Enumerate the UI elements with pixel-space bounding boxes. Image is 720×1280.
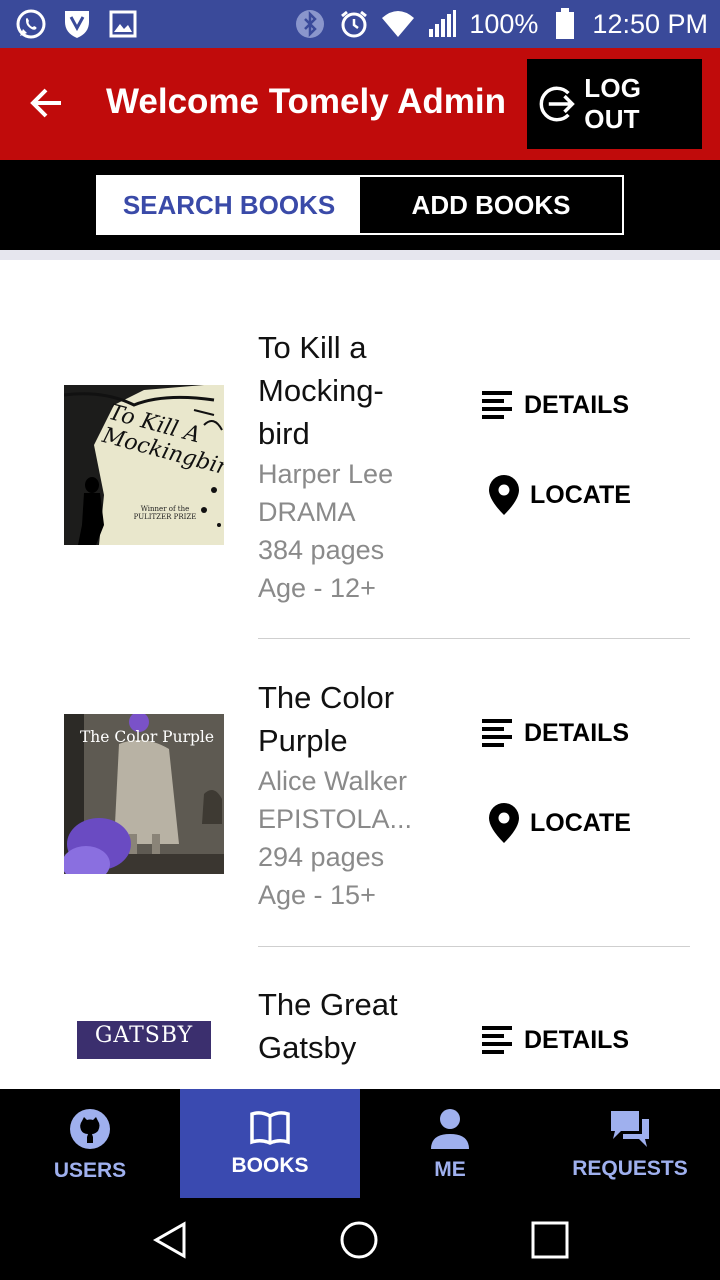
nav-label: REQUESTS xyxy=(572,1156,688,1180)
github-icon xyxy=(70,1108,110,1149)
status-bar: 100% 12:50 PM xyxy=(0,0,720,48)
details-label: DETAILS xyxy=(524,1025,630,1054)
book-info: To Kill a Mocking- bird Harper Lee DRAMA… xyxy=(258,326,458,607)
locate-button[interactable]: LOCATE xyxy=(488,802,631,844)
book-author: Alice Walker xyxy=(258,766,408,796)
book-title-line: Mocking- xyxy=(258,373,384,408)
details-button[interactable]: DETAILS xyxy=(480,388,629,422)
nav-label: BOOKS xyxy=(231,1153,309,1177)
book-title-line: The Color xyxy=(258,680,395,715)
details-button[interactable]: DETAILS xyxy=(480,1023,629,1057)
arrow-back-icon xyxy=(30,88,61,118)
bluetooth-icon xyxy=(293,7,327,41)
cover-title: The Color Purple xyxy=(79,728,215,746)
battery-icon xyxy=(548,7,582,41)
system-home-button[interactable] xyxy=(337,1218,381,1262)
alarm-icon xyxy=(337,7,371,41)
nav-me[interactable]: ME xyxy=(360,1089,540,1200)
book-title-line: Purple xyxy=(258,723,348,758)
triangle-back-icon xyxy=(152,1221,186,1259)
book-age: Age - 15+ xyxy=(258,880,376,910)
person-icon xyxy=(431,1108,469,1149)
book-author: Harper Lee xyxy=(258,459,394,489)
book-age: Age - 12+ xyxy=(258,573,376,603)
details-icon xyxy=(482,719,512,747)
nav-label: USERS xyxy=(53,1158,127,1182)
book-pages: 384 pages xyxy=(258,535,385,565)
book-info: The Color Purple Alice Walker EPISTOLA..… xyxy=(258,676,458,914)
details-label: DETAILS xyxy=(524,718,630,747)
divider xyxy=(0,250,720,260)
clock-time: 12:50 PM xyxy=(592,8,708,39)
app-bar: Welcome Tomely Admin LOG OUT xyxy=(0,48,720,160)
page-title: Welcome Tomely Admin xyxy=(106,82,506,121)
book-open-icon xyxy=(250,1110,290,1145)
details-label: DETAILS xyxy=(524,390,630,419)
cover-title: GATSBY xyxy=(94,1023,194,1048)
details-button[interactable]: DETAILS xyxy=(480,716,629,750)
whatsapp-icon xyxy=(14,7,48,41)
logout-icon xyxy=(539,86,575,122)
book-genre: EPISTOLA... xyxy=(258,804,413,834)
system-back-button[interactable] xyxy=(148,1218,192,1262)
image-icon xyxy=(106,7,140,41)
locate-label: LOCATE xyxy=(530,480,631,509)
book-title-line: The Great xyxy=(258,987,398,1022)
book-title-line: To Kill a xyxy=(258,330,367,365)
chat-icon xyxy=(611,1110,649,1147)
book-title-line: bird xyxy=(258,416,310,451)
divider xyxy=(258,946,690,947)
book-info: The Great Gatsby xyxy=(258,983,458,1069)
square-recents-icon xyxy=(531,1221,569,1259)
tab-bar: SEARCH BOOKS ADD BOOKS xyxy=(0,160,720,250)
book-cover: The Color Purple xyxy=(64,714,224,874)
system-recents-button[interactable] xyxy=(528,1218,572,1262)
book-cover: To Kill A Mockingbird Winner of the PULI… xyxy=(64,385,224,545)
locate-button[interactable]: LOCATE xyxy=(488,474,631,516)
back-button[interactable] xyxy=(22,78,72,128)
book-genre: DRAMA xyxy=(258,497,356,527)
book-title-line: Gatsby xyxy=(258,1030,357,1065)
nav-users[interactable]: USERS xyxy=(0,1089,180,1200)
logout-button[interactable]: LOG OUT xyxy=(527,59,702,149)
tab-add-books[interactable]: ADD BOOKS xyxy=(360,177,622,233)
book-pages: 294 pages xyxy=(258,842,385,872)
circle-home-icon xyxy=(340,1221,378,1259)
vpn-shield-icon xyxy=(60,7,94,41)
bottom-nav: USERS BOOKS ME REQUESTS xyxy=(0,1089,720,1200)
details-icon xyxy=(482,1026,512,1054)
nav-requests[interactable]: REQUESTS xyxy=(540,1089,720,1200)
logout-label: LOG OUT xyxy=(584,73,642,134)
nav-label: ME xyxy=(434,1157,466,1181)
details-icon xyxy=(482,391,512,419)
wifi-icon xyxy=(381,7,415,41)
location-pin-icon xyxy=(489,475,519,515)
tab-search-books[interactable]: SEARCH BOOKS xyxy=(98,177,360,233)
system-nav-bar xyxy=(0,1200,720,1280)
battery-percent: 100% xyxy=(469,8,539,39)
locate-label: LOCATE xyxy=(530,808,631,837)
divider xyxy=(258,638,690,639)
location-pin-icon xyxy=(489,803,519,843)
cover-subtitle: Winner of the PULITZER PRIZE xyxy=(133,505,197,521)
signal-icon xyxy=(425,7,459,41)
book-cover: GATSBY xyxy=(77,1021,211,1059)
book-list[interactable]: To Kill A Mockingbird Winner of the PULI… xyxy=(0,260,720,1089)
nav-books[interactable]: BOOKS xyxy=(180,1089,360,1198)
segment-control: SEARCH BOOKS ADD BOOKS xyxy=(96,175,624,235)
